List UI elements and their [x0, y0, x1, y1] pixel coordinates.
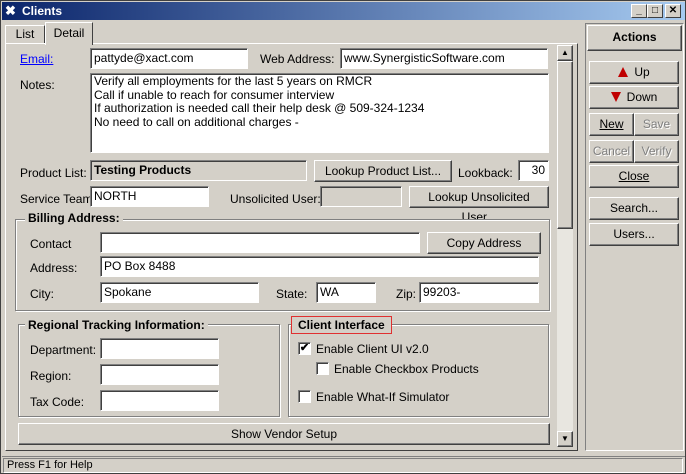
close-action-button[interactable]: Close [589, 165, 679, 188]
region-label: Region: [30, 369, 72, 383]
window-title: Clients [22, 4, 63, 18]
tax-code-field[interactable] [100, 390, 219, 411]
verify-button[interactable]: Verify [634, 140, 679, 163]
arrow-up-icon [618, 67, 629, 77]
notes-line: Call if unable to reach for consumer int… [94, 87, 335, 102]
service-team-label: Service Team: [20, 192, 96, 206]
notes-textarea[interactable]: Verify all employments for the last 5 ye… [90, 73, 549, 153]
billing-address-title: Billing Address: [25, 211, 123, 225]
search-button[interactable]: Search... [589, 197, 679, 220]
web-address-label: Web Address: [260, 52, 335, 66]
up-label: Up [634, 65, 650, 79]
notes-line: Verify all employments for the last 5 ye… [94, 74, 373, 88]
new-button[interactable]: New [589, 113, 634, 136]
unsolicited-user-field [320, 186, 402, 207]
actions-title: Actions [612, 30, 657, 44]
state-field[interactable]: WA [316, 282, 376, 303]
scroll-down-button[interactable]: ▼ [557, 431, 573, 447]
maximize-button[interactable]: □ [647, 4, 663, 18]
status-bar: Press F1 for Help [2, 456, 685, 473]
contact-label: Contact [30, 237, 72, 251]
email-label[interactable]: Email: [20, 52, 53, 66]
status-text: Press F1 for Help [7, 459, 93, 471]
actions-header: Actions [587, 25, 682, 51]
notes-line: If authorization is needed call their he… [94, 101, 425, 115]
enable-what-if-label[interactable]: Enable What-If Simulator [316, 390, 449, 404]
lookup-product-list-button[interactable]: Lookup Product List... [314, 160, 452, 182]
down-button[interactable]: Down [589, 86, 679, 109]
product-list-label: Product List: [20, 166, 87, 180]
tab-detail-label: Detail [53, 26, 85, 40]
enable-checkbox-products-checkbox[interactable] [316, 362, 329, 375]
tab-list-label: List [15, 27, 35, 41]
arrow-down-icon [610, 92, 621, 102]
up-button[interactable]: Up [589, 61, 679, 84]
lookback-label: Lookback: [458, 166, 513, 180]
cancel-button[interactable]: Cancel [589, 140, 634, 163]
minimize-button[interactable]: _ [631, 4, 647, 18]
notes-line: No need to call on additional charges - [94, 114, 299, 129]
app-icon: ✖ [5, 3, 16, 18]
enable-client-ui-label[interactable]: Enable Client UI v2.0 [316, 342, 429, 356]
state-label: State: [276, 287, 308, 301]
address-field[interactable]: PO Box 8488 [100, 256, 539, 277]
zip-label: Zip: [396, 287, 417, 301]
lookup-unsolicited-user-button[interactable]: Lookup Unsolicited User... [409, 186, 549, 224]
tab-list[interactable]: List [5, 25, 45, 44]
clients-window: ✖ Clients _ □ ✕ List Detail ▲ ▼ Email: p… [0, 0, 686, 474]
copy-address-button[interactable]: Copy Address [427, 232, 541, 254]
email-field[interactable]: pattyde@xact.com [90, 48, 248, 69]
web-address-field[interactable]: www.SynergisticSoftware.com [340, 48, 548, 69]
users-button[interactable]: Users... [589, 223, 679, 246]
scroll-thumb[interactable] [557, 61, 573, 229]
unsolicited-user-label: Unsolicited User: [230, 192, 321, 206]
address-label: Address: [30, 261, 78, 275]
lookback-field[interactable]: 30 [518, 160, 549, 181]
service-team-field[interactable]: NORTH [90, 186, 209, 207]
notes-label: Notes: [20, 78, 55, 92]
client-interface-title: Client Interface [291, 316, 392, 334]
regional-tracking-title: Regional Tracking Information: [25, 318, 208, 332]
contact-field[interactable] [100, 232, 420, 253]
title-bar[interactable]: ✖ Clients _ □ ✕ [2, 2, 685, 20]
status-pane: Press F1 for Help [3, 458, 683, 473]
vertical-scrollbar[interactable]: ▲ ▼ [557, 45, 573, 447]
department-label: Department: [30, 343, 97, 357]
close-button[interactable]: ✕ [665, 4, 681, 18]
enable-checkbox-products-label[interactable]: Enable Checkbox Products [334, 362, 479, 376]
enable-what-if-checkbox[interactable] [298, 390, 311, 403]
scroll-up-button[interactable]: ▲ [557, 45, 573, 61]
enable-client-ui-checkbox[interactable]: ✔ [298, 342, 311, 355]
city-field[interactable]: Spokane [100, 282, 259, 303]
tax-code-label: Tax Code: [30, 395, 85, 409]
zip-field[interactable]: 99203- [419, 282, 539, 303]
down-label: Down [626, 90, 658, 104]
product-list-field: Testing Products [90, 160, 307, 181]
show-vendor-setup-button[interactable]: Show Vendor Setup [18, 423, 550, 445]
save-button[interactable]: Save [634, 113, 679, 136]
region-field[interactable] [100, 364, 219, 385]
tab-detail[interactable]: Detail [45, 22, 93, 45]
city-label: City: [30, 287, 54, 301]
department-field[interactable] [100, 338, 219, 359]
